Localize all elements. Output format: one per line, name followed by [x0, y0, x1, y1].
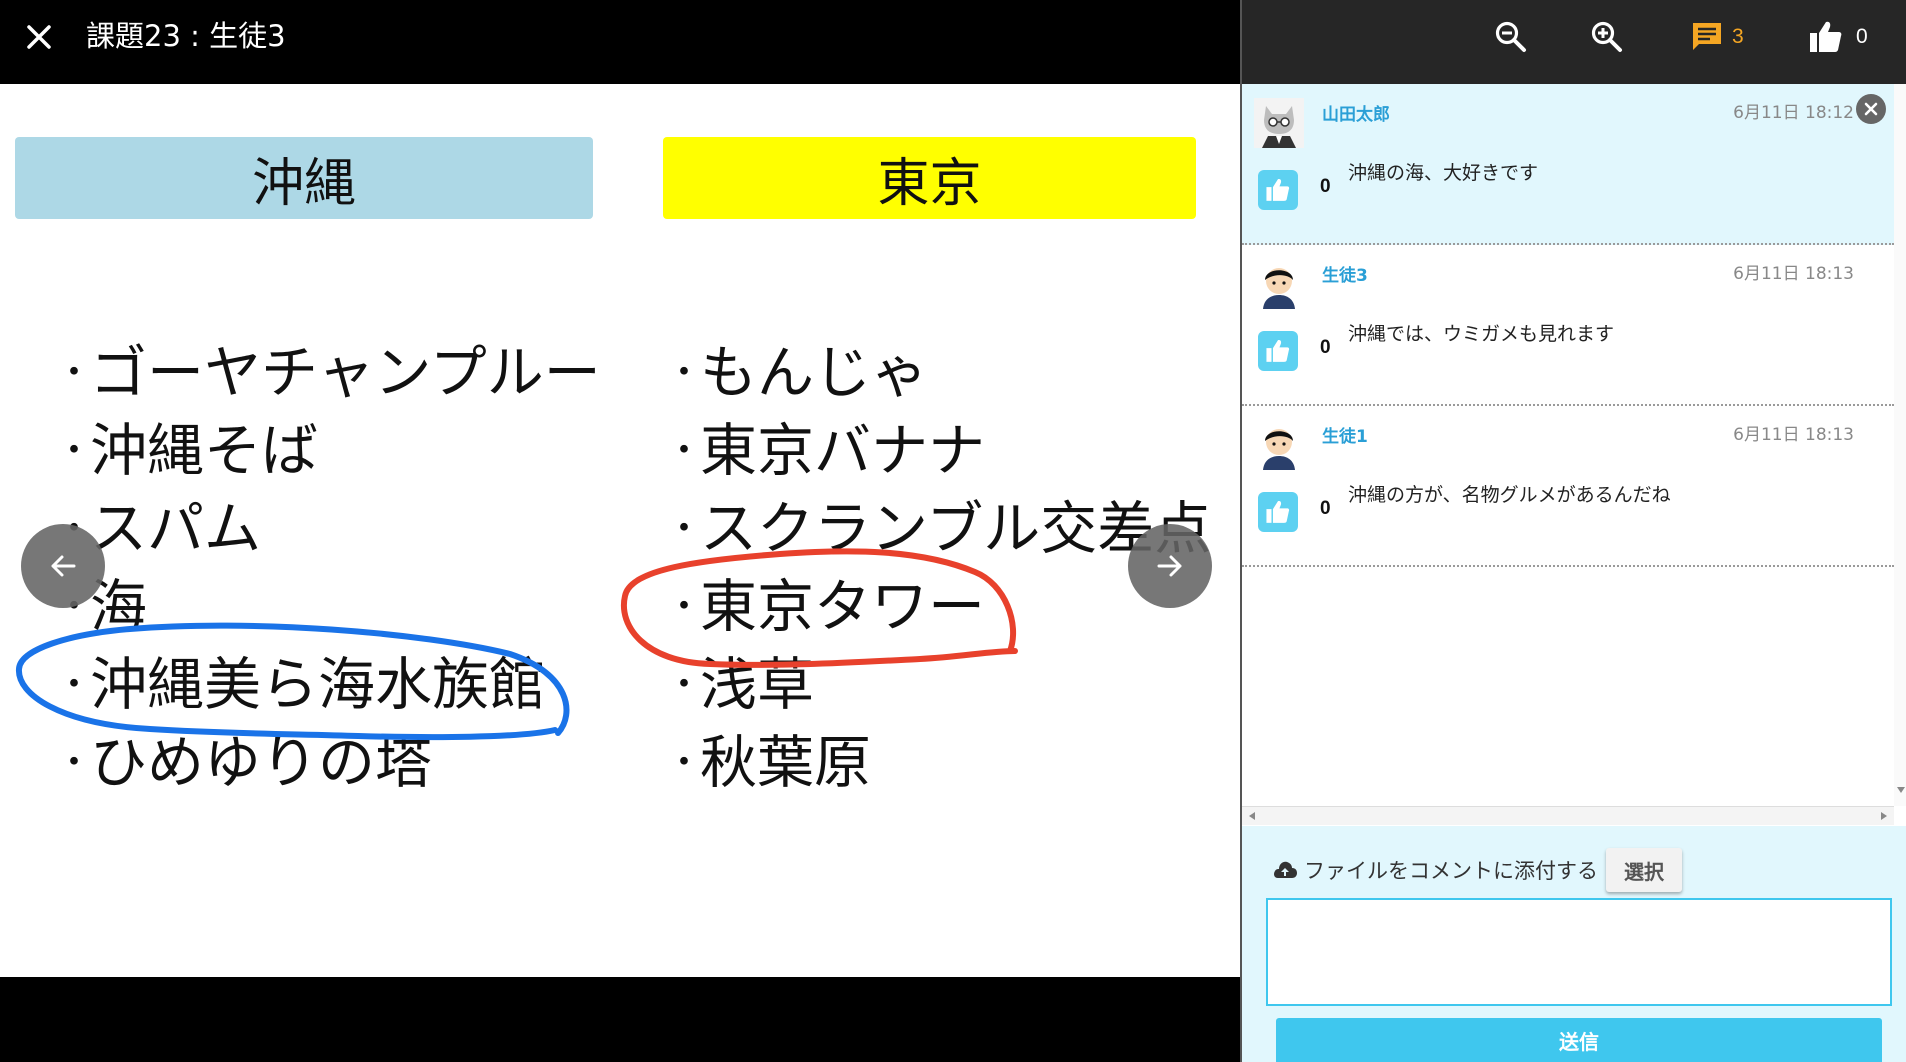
attach-row: ファイルをコメントに添付する 選択: [1272, 846, 1682, 894]
comment-time: 6月11日 18:13: [1733, 264, 1854, 284]
comment-like-count: 0: [1320, 498, 1331, 519]
comment-text: 沖縄の方が、名物グルメがあるんだね: [1348, 484, 1671, 506]
comment-author: 山田太郎: [1322, 105, 1390, 125]
comment-like-button[interactable]: [1258, 492, 1298, 532]
comment-like-count: 0: [1320, 337, 1331, 358]
thumbs-up-icon: [1266, 178, 1290, 201]
likes-button[interactable]: 0: [1808, 14, 1868, 60]
comment-time: 6月11日 18:13: [1733, 425, 1854, 445]
list-item: 沖縄そば: [56, 412, 601, 490]
comment-item: 生徒1 6月11日 18:13 0 沖縄の方が、名物グルメがあるんだね: [1242, 406, 1894, 567]
list-item: ゴーヤチャンプルー: [56, 334, 601, 412]
close-icon: [1864, 102, 1878, 116]
previous-slide-button[interactable]: [21, 524, 105, 608]
list-item: ひめゆりの塔: [56, 724, 601, 802]
thumbs-up-icon: [1266, 339, 1290, 362]
comment-text: 沖縄では、ウミガメも見れます: [1348, 323, 1615, 345]
page-title: 課題23 : 生徒3: [86, 19, 286, 53]
comment-compose: ファイルをコメントに添付する 選択 送信: [1242, 826, 1906, 1062]
comment-text: 沖縄の海、大好きです: [1348, 162, 1539, 184]
select-file-button[interactable]: 選択: [1606, 848, 1682, 892]
close-icon: [27, 25, 51, 49]
delete-comment-button[interactable]: [1856, 94, 1886, 124]
close-button[interactable]: [22, 20, 56, 54]
list-item: もんじゃ: [666, 334, 1211, 412]
list-item: 海: [56, 568, 601, 646]
comment-item: 山田太郎 6月11日 18:12 0 沖縄の海、大好きです: [1242, 84, 1894, 245]
zoom-in-button[interactable]: [1590, 14, 1624, 60]
student-avatar-icon: [1254, 259, 1304, 309]
comment-like-count: 0: [1320, 176, 1331, 197]
comment-icon: [1693, 23, 1721, 50]
zoom-out-icon: [1495, 21, 1526, 52]
okinawa-list: ゴーヤチャンプルー 沖縄そば スパム 海 沖縄美ら海水族館 ひめゆりの塔: [56, 334, 601, 802]
send-button[interactable]: 送信: [1276, 1018, 1882, 1062]
list-item: スパム: [56, 490, 601, 568]
arrow-right-icon: [1157, 555, 1182, 577]
comment-list: 山田太郎 6月11日 18:12 0 沖縄の海、大好きです 生徒3 6月11日 …: [1242, 84, 1894, 806]
horizontal-scrollbar[interactable]: [1242, 806, 1894, 825]
comment-input[interactable]: [1266, 898, 1892, 1006]
viewer-toolbar: 課題23 : 生徒3: [0, 0, 1240, 84]
comments-toggle-button[interactable]: 3: [1690, 14, 1744, 60]
arrow-left-icon: [51, 555, 76, 577]
comment-author: 生徒3: [1322, 266, 1368, 286]
viewer-bottom-bar: [0, 977, 1240, 1062]
scroll-right-arrow-icon: [1881, 812, 1887, 820]
cloud-upload-icon: [1274, 861, 1297, 878]
zoom-out-button[interactable]: [1494, 14, 1528, 60]
scroll-down-arrow-icon: [1897, 787, 1905, 793]
comment-like-button[interactable]: [1258, 170, 1298, 210]
list-item: 秋葉原: [666, 724, 1211, 802]
thumbs-up-icon: [1266, 500, 1290, 523]
list-item: 東京バナナ: [666, 412, 1211, 490]
comment-author: 生徒1: [1322, 427, 1368, 447]
thumbs-up-icon: [1810, 21, 1842, 52]
okinawa-heading: 沖縄: [15, 137, 593, 219]
cat-avatar-icon: [1254, 98, 1304, 148]
panel-toolbar: 3 0: [1242, 0, 1906, 84]
scroll-left-arrow-icon: [1249, 812, 1255, 820]
slide-canvas: 沖縄 東京 ゴーヤチャンプルー 沖縄そば スパム 海 沖縄美ら海水族館 ひめゆり…: [0, 84, 1240, 977]
list-item: 沖縄美ら海水族館: [56, 646, 601, 724]
vertical-scrollbar[interactable]: [1894, 84, 1906, 806]
student-avatar-icon: [1254, 420, 1304, 470]
list-item: 浅草: [666, 646, 1211, 724]
attach-label: ファイルをコメントに添付する: [1304, 859, 1598, 883]
comment-panel: 3 0 山田太郎 6月11日 18:12 0 沖縄の海、大好きです 生徒3 6月…: [1240, 0, 1906, 1062]
next-slide-button[interactable]: [1128, 524, 1212, 608]
tokyo-heading: 東京: [663, 137, 1196, 219]
comment-like-button[interactable]: [1258, 331, 1298, 371]
comment-time: 6月11日 18:12: [1733, 103, 1854, 123]
zoom-in-icon: [1591, 21, 1622, 52]
likes-count: 0: [1856, 25, 1868, 48]
comment-item: 生徒3 6月11日 18:13 0 沖縄では、ウミガメも見れます: [1242, 245, 1894, 406]
comments-count: 3: [1732, 25, 1744, 48]
